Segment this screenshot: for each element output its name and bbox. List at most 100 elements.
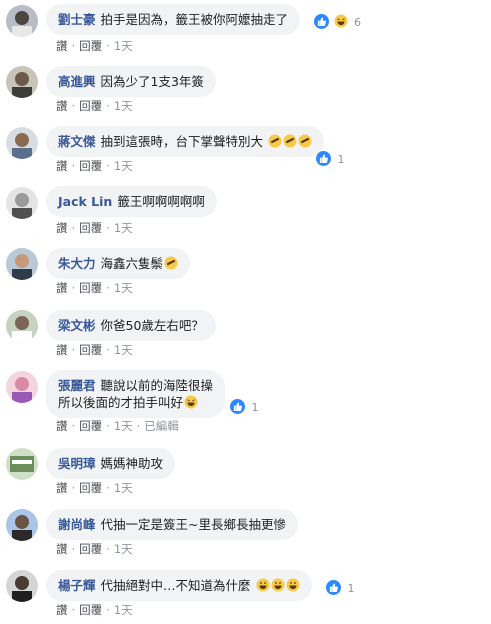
avatar[interactable]: [6, 66, 38, 98]
comment-bubble: 梁文彬 你爸50歲左右吧？: [46, 310, 216, 341]
comment-text: 抽到這張時，台下掌聲特別大: [100, 134, 264, 149]
like-reaction-icon: [230, 399, 245, 414]
comment-timestamp[interactable]: 1天: [114, 419, 133, 433]
commenter-name[interactable]: 梁文彬: [58, 318, 96, 333]
avatar[interactable]: [6, 448, 38, 480]
comment-text: 你爸50歲左右吧？: [100, 318, 204, 333]
comment-timestamp[interactable]: 1天: [114, 542, 133, 556]
comment-text: 籤王啊啊啊啊啊: [117, 194, 205, 209]
reaction-count[interactable]: 1: [316, 151, 345, 166]
edited-label[interactable]: 已編輯: [144, 419, 179, 433]
like-button[interactable]: 讚: [56, 603, 68, 617]
avatar[interactable]: [6, 127, 38, 159]
avatar[interactable]: [6, 310, 38, 342]
comment-text: 聽說以前的海陸很操: [100, 378, 214, 393]
reply-button[interactable]: 回覆: [79, 159, 102, 173]
comment-text: 拍手是因為，籤王被你阿嬤抽走了: [100, 12, 289, 27]
avatar[interactable]: [6, 371, 38, 403]
reply-button[interactable]: 回覆: [79, 39, 102, 53]
rofl-emoji-icon: [298, 134, 312, 148]
avatar[interactable]: [6, 509, 38, 541]
comment-timestamp[interactable]: 1天: [114, 281, 133, 295]
comment-text-line2: 所以後面的才拍手叫好: [58, 395, 184, 410]
reply-button[interactable]: 回覆: [79, 343, 102, 357]
avatar[interactable]: [6, 187, 38, 219]
like-button[interactable]: 讚: [56, 99, 68, 113]
comment-actions: 讚 · 回覆 · 1天: [56, 99, 133, 113]
comment-actions: 讚 · 回覆 · 1天: [56, 281, 133, 295]
reply-button[interactable]: 回覆: [79, 603, 102, 617]
comment-bubble: 吳明璋 媽媽神助攻: [46, 448, 176, 479]
reaction-count-number: 1: [347, 582, 355, 595]
like-reaction-icon: [316, 151, 331, 166]
commenter-name[interactable]: 楊子輝: [58, 578, 96, 593]
commenter-name[interactable]: 蔣文傑: [58, 134, 96, 149]
avatar[interactable]: [6, 248, 38, 280]
like-reaction-icon: [326, 580, 341, 595]
reply-button[interactable]: 回覆: [79, 419, 102, 433]
comment-timestamp[interactable]: 1天: [114, 99, 133, 113]
comment-timestamp[interactable]: 1天: [114, 159, 133, 173]
comment-actions: 讚 · 回覆 · 1天: [56, 343, 133, 357]
commenter-name[interactable]: 謝尚峰: [58, 517, 96, 532]
reply-button[interactable]: 回覆: [79, 99, 102, 113]
commenter-name[interactable]: 劉士豪: [58, 12, 96, 27]
comment-timestamp[interactable]: 1天: [114, 481, 133, 495]
commenter-name[interactable]: 高進興: [58, 74, 96, 89]
reaction-count[interactable]: 1: [230, 399, 259, 414]
like-button[interactable]: 讚: [56, 39, 68, 53]
like-button[interactable]: 讚: [56, 542, 68, 556]
comment-timestamp[interactable]: 1天: [114, 343, 133, 357]
comment-timestamp[interactable]: 1天: [114, 221, 133, 235]
grinning-emoji-icon: [286, 578, 300, 592]
comment-actions: 讚 · 回覆 · 1天: [56, 221, 133, 235]
comment-text: 因為少了1支3年簽: [100, 74, 204, 89]
like-button[interactable]: 讚: [56, 343, 68, 357]
comment-bubble: 劉士豪 拍手是因為，籤王被你阿嬤抽走了: [46, 4, 301, 35]
commenter-name[interactable]: 朱大力: [58, 256, 96, 271]
comment-actions: 讚 · 回覆 · 1天: [56, 159, 133, 173]
reaction-count-number: 1: [337, 153, 345, 166]
avatar[interactable]: [6, 5, 38, 37]
reply-button[interactable]: 回覆: [79, 481, 102, 495]
reaction-count-number: 6: [354, 16, 361, 29]
comment-actions: 讚 · 回覆 · 1天: [56, 39, 133, 53]
comment-bubble: 張麗君 聽說以前的海陸很操 所以後面的才拍手叫好: [46, 370, 226, 418]
like-button[interactable]: 讚: [56, 419, 68, 433]
comment-actions: 讚 · 回覆 · 1天 · 已編輯: [56, 419, 179, 433]
comment-text: 代抽絕對中…不知道為什麼: [100, 578, 251, 593]
comment-actions: 讚 · 回覆 · 1天: [56, 481, 133, 495]
like-button[interactable]: 讚: [56, 159, 68, 173]
comment-bubble: 蔣文傑 抽到這張時，台下掌聲特別大: [46, 126, 325, 157]
reply-button[interactable]: 回覆: [79, 542, 102, 556]
comment-actions: 讚 · 回覆 · 1天: [56, 542, 133, 556]
comment-text: 代抽一定是簽王~里長鄉長抽更慘: [100, 517, 286, 532]
comment-timestamp[interactable]: 1天: [114, 39, 133, 53]
laughing-emoji-icon: [334, 14, 348, 28]
commenter-name[interactable]: 張麗君: [58, 378, 96, 393]
comment-text: 海鑫六隻鬃: [100, 256, 164, 271]
avatar[interactable]: [6, 570, 38, 602]
grinning-emoji-icon: [271, 578, 285, 592]
commenter-name[interactable]: Jack Lin: [58, 194, 112, 209]
reaction-count[interactable]: 1: [326, 580, 355, 595]
reply-button[interactable]: 回覆: [79, 221, 102, 235]
grinning-emoji-icon: [256, 578, 270, 592]
comment-bubble: 高進興 因為少了1支3年簽: [46, 66, 216, 97]
comment-timestamp[interactable]: 1天: [114, 603, 133, 617]
like-button[interactable]: 讚: [56, 221, 68, 235]
comment-bubble: Jack Lin 籤王啊啊啊啊啊: [46, 186, 217, 217]
like-button[interactable]: 讚: [56, 481, 68, 495]
comment-bubble: 楊子輝 代抽絕對中…不知道為什麼: [46, 570, 312, 601]
laughing-emoji-icon: [184, 395, 198, 409]
rofl-emoji-icon: [268, 134, 282, 148]
reply-button[interactable]: 回覆: [79, 281, 102, 295]
like-button[interactable]: 讚: [56, 281, 68, 295]
commenter-name[interactable]: 吳明璋: [58, 456, 96, 471]
comment-actions: 讚 · 回覆 · 1天: [56, 603, 133, 617]
rofl-emoji-icon: [283, 134, 297, 148]
reaction-count-number: 1: [251, 401, 259, 414]
reaction-count[interactable]: 6: [314, 14, 361, 29]
rofl-emoji-icon: [164, 256, 178, 270]
comment-text: 媽媽神助攻: [100, 456, 164, 471]
